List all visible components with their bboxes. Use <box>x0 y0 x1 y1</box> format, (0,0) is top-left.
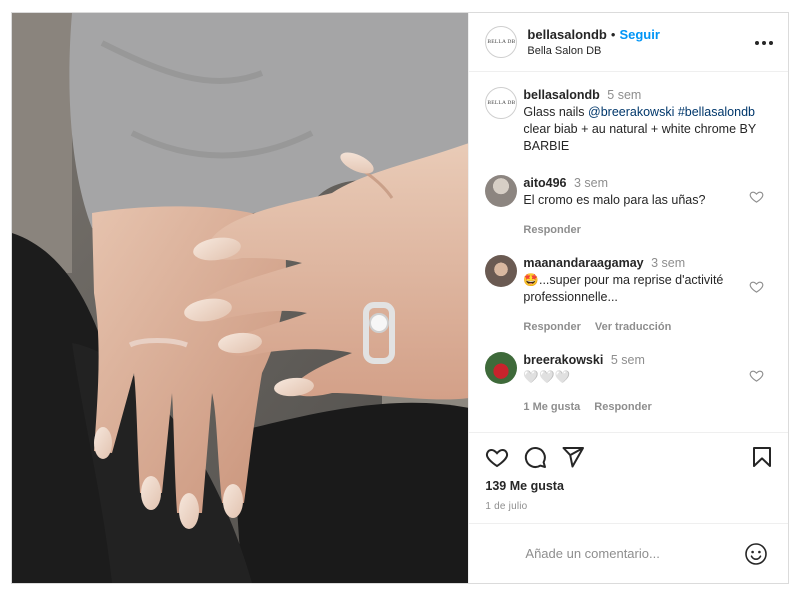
caption-time[interactable]: 5 sem <box>607 88 641 102</box>
caption-author-avatar[interactable]: BELLA DB <box>485 87 518 119</box>
post-side-panel: BELLA DB bellasalondb • Seguir Bella Sal… <box>468 13 788 583</box>
comments-list[interactable]: BELLA DB bellasalondb 5 sem Glass nails … <box>469 73 788 431</box>
comment-item: maanandaraagamay 3 sem 🤩...super pour ma… <box>485 255 774 336</box>
hands-photo-illustration <box>12 13 469 583</box>
comment-username[interactable]: breerakowski <box>523 353 603 367</box>
comment-text: 🤩...super pour ma reprise d'activité pro… <box>523 273 724 304</box>
post-header: BELLA DB bellasalondb • Seguir Bella Sal… <box>469 13 788 72</box>
save-bookmark-icon[interactable] <box>750 445 774 469</box>
comment-bubble-icon[interactable] <box>523 445 547 469</box>
commenter-avatar[interactable] <box>485 255 518 287</box>
like-comment-heart-icon[interactable] <box>749 189 764 204</box>
more-horizontal-icon <box>755 41 773 45</box>
likes-count[interactable]: 139 Me gusta <box>485 479 774 493</box>
comment-time[interactable]: 3 sem <box>651 256 685 270</box>
post-dialog: BELLA DB bellasalondb • Seguir Bella Sal… <box>11 12 789 584</box>
caption-username[interactable]: bellasalondb <box>523 88 599 102</box>
caption-mention-link[interactable]: @breerakowski <box>588 105 674 119</box>
emoji-smiley-icon[interactable] <box>744 542 768 566</box>
commenter-avatar[interactable] <box>485 352 518 384</box>
like-heart-icon[interactable] <box>485 445 509 469</box>
reply-button[interactable]: Responder <box>523 319 580 336</box>
author-info: bellasalondb • Seguir Bella Salon DB <box>527 27 754 57</box>
add-comment-input[interactable] <box>525 546 744 561</box>
comment-username[interactable]: maanandaraagamay <box>523 256 643 270</box>
more-options-button[interactable] <box>754 33 774 51</box>
author-avatar[interactable]: BELLA DB <box>485 26 518 58</box>
author-username[interactable]: bellasalondb <box>527 27 606 42</box>
comment-time[interactable]: 3 sem <box>574 176 608 190</box>
post-image[interactable] <box>12 13 469 583</box>
reply-button[interactable]: Responder <box>594 399 651 416</box>
comment-likes-count[interactable]: 1 Me gusta <box>523 399 580 416</box>
like-comment-heart-icon[interactable] <box>749 368 764 383</box>
caption: BELLA DB bellasalondb 5 sem Glass nails … <box>485 87 774 155</box>
comment-text: El cromo es malo para las uñas? <box>523 193 706 207</box>
commenter-avatar[interactable] <box>485 175 518 207</box>
comment-text: 🤍🤍🤍 <box>523 370 571 384</box>
post-date[interactable]: 1 de julio <box>485 501 774 512</box>
author-display-name[interactable]: Bella Salon DB <box>527 45 754 57</box>
comment-item: aito496 3 sem El cromo es malo para las … <box>485 175 774 239</box>
comment-time[interactable]: 5 sem <box>611 353 645 367</box>
follow-button[interactable]: Seguir <box>619 27 659 42</box>
reply-button[interactable]: Responder <box>523 222 580 239</box>
share-paper-plane-icon[interactable] <box>561 445 585 469</box>
caption-text-after: clear biab + au natural + white chrome B… <box>523 122 756 153</box>
caption-text: Glass nails @breerakowski #bellasalondb … <box>523 104 774 155</box>
separator-dot: • <box>610 27 616 42</box>
caption-text-before: Glass nails <box>523 105 589 119</box>
caption-hashtag-link[interactable]: #bellasalondb <box>678 105 755 119</box>
see-translation-button[interactable]: Ver traducción <box>595 319 671 336</box>
comment-composer <box>469 523 788 583</box>
comment-username[interactable]: aito496 <box>523 176 566 190</box>
comment-item: breerakowski 5 sem 🤍🤍🤍 1 Me gusta Respon… <box>485 352 774 416</box>
like-comment-heart-icon[interactable] <box>749 279 764 294</box>
